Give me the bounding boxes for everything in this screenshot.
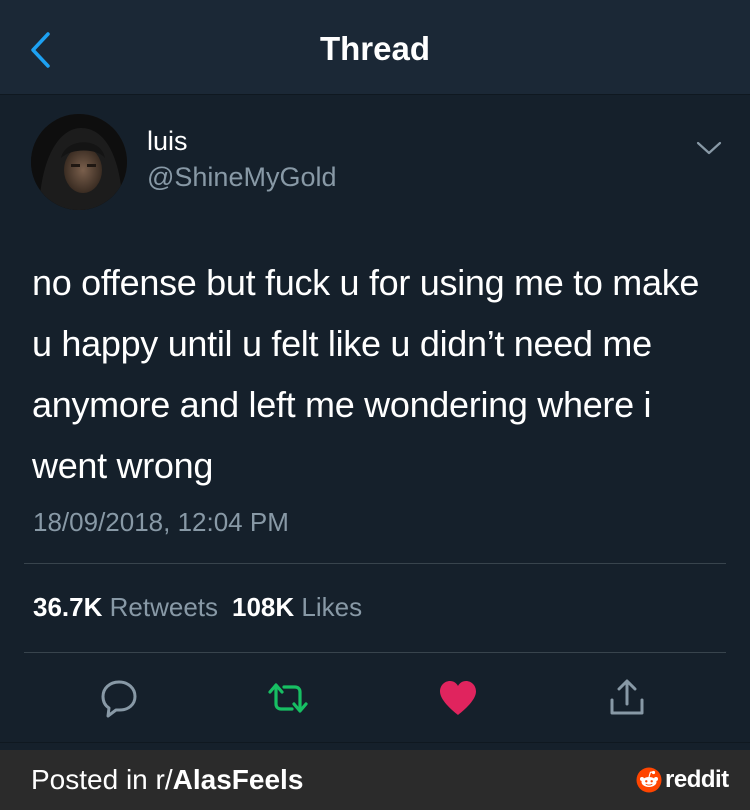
reddit-footer: Posted in r/AlasFeels reddit	[0, 750, 750, 810]
reddit-snoo-icon	[636, 767, 662, 793]
divider	[24, 563, 726, 564]
heart-icon	[440, 681, 476, 715]
user-handle[interactable]: @ShineMyGold	[147, 162, 337, 193]
reddit-wordmark: reddit	[665, 766, 729, 793]
reddit-logo: reddit	[636, 766, 729, 793]
retweet-button[interactable]	[266, 676, 310, 720]
tweet-text: no offense but fuck u for using me to ma…	[32, 262, 700, 486]
reply-bubble-icon	[101, 680, 137, 718]
like-button[interactable]	[436, 676, 480, 720]
retweet-icon	[268, 683, 308, 713]
display-name[interactable]: luis	[147, 126, 188, 157]
likes-count: 108K	[232, 592, 295, 622]
chevron-down-icon	[696, 141, 722, 155]
likes-label: Likes	[301, 592, 363, 622]
posted-in-label: Posted in r/AlasFeels	[31, 764, 303, 796]
share-icon	[610, 679, 644, 715]
top-nav-bar: Thread	[0, 0, 750, 95]
posted-in-prefix: Posted in r/	[31, 764, 173, 795]
retweets-stat[interactable]: 36.7K Retweets	[33, 592, 218, 622]
divider	[0, 742, 750, 743]
page-title: Thread	[319, 30, 431, 67]
avatar-image	[31, 114, 127, 210]
share-button[interactable]	[605, 676, 649, 720]
tweet-thread-screen: Thread luis @ShineMyGold no offense but …	[0, 0, 750, 810]
retweets-count: 36.7K	[33, 592, 103, 622]
engagement-stats: 36.7K Retweets 108K Likes	[33, 592, 362, 623]
subreddit-name[interactable]: AlasFeels	[173, 764, 304, 795]
reply-button[interactable]	[97, 676, 141, 720]
divider	[24, 652, 726, 653]
tweet-timestamp: 18/09/2018, 12:04 PM	[33, 507, 289, 537]
avatar[interactable]	[31, 114, 127, 210]
likes-stat[interactable]: 108K Likes	[232, 592, 362, 622]
tweet-options-button[interactable]	[692, 134, 726, 162]
retweets-label: Retweets	[109, 592, 219, 622]
